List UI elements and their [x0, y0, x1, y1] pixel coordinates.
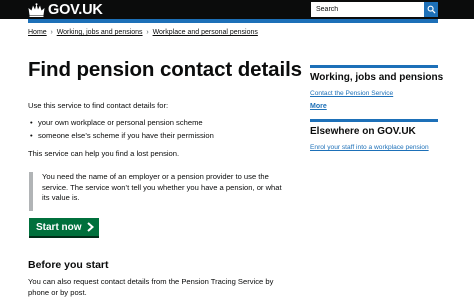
search-button[interactable] — [424, 2, 438, 17]
before-you-start-heading: Before you start — [28, 259, 109, 271]
intro-text: Use this service to find contact details… — [28, 101, 169, 110]
sidebar-rule — [310, 119, 438, 122]
sidebar-heading-working: Working, jobs and pensions — [310, 72, 444, 83]
crown-icon — [28, 2, 45, 17]
search-form — [311, 2, 438, 17]
before-text-line: phone or by post. — [28, 288, 87, 297]
logo-text: GOV.UK — [48, 1, 103, 18]
more-link[interactable]: More — [310, 103, 327, 110]
list-item: someone else’s scheme if you have their … — [30, 129, 214, 142]
header-blue-bar — [28, 19, 438, 23]
inset-text: You need the name of an employer or a pe… — [29, 172, 291, 211]
before-text-line: You can also request contact details fro… — [28, 277, 274, 286]
govuk-logo[interactable]: GOV.UK — [28, 1, 103, 18]
lost-pension-text: This service can help you find a lost pe… — [28, 149, 180, 158]
start-now-label: Start now — [36, 221, 82, 233]
start-now-button[interactable]: Start now — [29, 218, 99, 236]
search-input[interactable] — [311, 2, 424, 17]
breadcrumb-workplace-personal-pensions[interactable]: Workplace and personal pensions — [153, 29, 258, 36]
page-title: Find pension contact details — [28, 58, 302, 81]
list-item: your own workplace or personal pension s… — [30, 116, 214, 129]
breadcrumb: Home › Working, jobs and pensions › Work… — [28, 29, 258, 36]
search-icon — [427, 5, 436, 14]
inset-line: service. The service won’t tell you whet… — [42, 182, 282, 192]
sidebar-heading-elsewhere: Elsewhere on GOV.UK — [310, 126, 416, 137]
chevron-right-icon: › — [146, 29, 149, 36]
site-header: GOV.UK — [0, 0, 474, 19]
inset-line: You need the name of an employer or a pe… — [42, 172, 269, 181]
enrol-staff-link[interactable]: Enrol your staff into a workplace pensio… — [310, 144, 429, 151]
sidebar-rule — [310, 65, 438, 68]
inset-line: its value is. — [42, 193, 80, 202]
bullet-list: your own workplace or personal pension s… — [30, 116, 214, 142]
contact-pension-service-link[interactable]: Contact the Pension Service — [310, 90, 393, 97]
breadcrumb-working-jobs-pensions[interactable]: Working, jobs and pensions — [57, 29, 143, 36]
breadcrumb-home[interactable]: Home — [28, 29, 47, 36]
arrow-right-icon — [86, 222, 94, 232]
chevron-right-icon: › — [50, 29, 53, 36]
